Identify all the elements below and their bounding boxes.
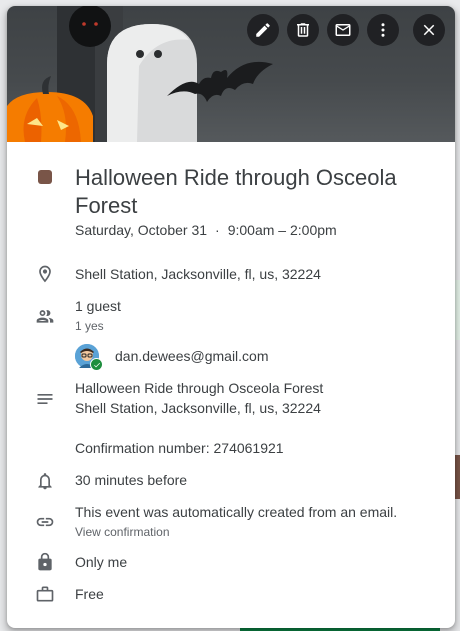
more-vert-icon (381, 23, 385, 37)
guest-avatar[interactable] (75, 344, 103, 371)
close-button[interactable] (413, 14, 445, 46)
more-options-button[interactable] (367, 14, 399, 46)
event-time: 9:00am – 2:00pm (227, 222, 337, 238)
calendar-background-event (455, 455, 460, 499)
event-location[interactable]: Shell Station, Jacksonville, fl, us, 322… (75, 264, 321, 284)
briefcase-icon (35, 584, 55, 604)
email-guests-button[interactable] (327, 14, 359, 46)
delete-button[interactable] (287, 14, 319, 46)
bell-icon (35, 471, 55, 491)
event-date: Saturday, October 31 (75, 222, 208, 238)
edit-button[interactable] (247, 14, 279, 46)
location-pin-icon (35, 264, 55, 284)
link-icon (35, 512, 55, 532)
view-confirmation-link[interactable]: View confirmation (75, 524, 170, 540)
event-details-card: Halloween Ride through Osceola Forest Sa… (7, 6, 455, 628)
close-icon (423, 24, 435, 36)
edit-icon (256, 23, 270, 37)
confirmation-number: Confirmation number: 274061921 (75, 440, 284, 456)
reminder-text: 30 minutes before (75, 472, 188, 488)
guest-summary: 1 yes (75, 319, 104, 333)
auto-created-notice: This event was automatically created fro… (75, 504, 398, 520)
delete-icon (297, 23, 309, 37)
lock-icon (35, 552, 55, 572)
event-datetime: Saturday, October 31 · 9:00am – 2:00pm (75, 222, 337, 238)
accepted-check-icon (90, 358, 103, 371)
guest-count: 1 guest (75, 298, 121, 314)
event-header-image (7, 6, 455, 142)
guest-email[interactable]: dan.dewees@gmail.com (115, 346, 269, 366)
event-toolbar (247, 14, 445, 46)
description-line-1: Halloween Ride through Osceola Forest (75, 380, 324, 396)
email-icon (335, 24, 351, 36)
visibility-text: Only me (75, 554, 128, 570)
event-title: Halloween Ride through Osceola Forest (75, 165, 397, 218)
people-icon (35, 306, 55, 326)
event-color-chip (38, 170, 52, 184)
notes-icon (35, 389, 55, 409)
date-separator: · (215, 222, 220, 238)
availability-text: Free (75, 586, 104, 602)
description-line-2: Shell Station, Jacksonville, fl, us, 322… (75, 400, 321, 416)
